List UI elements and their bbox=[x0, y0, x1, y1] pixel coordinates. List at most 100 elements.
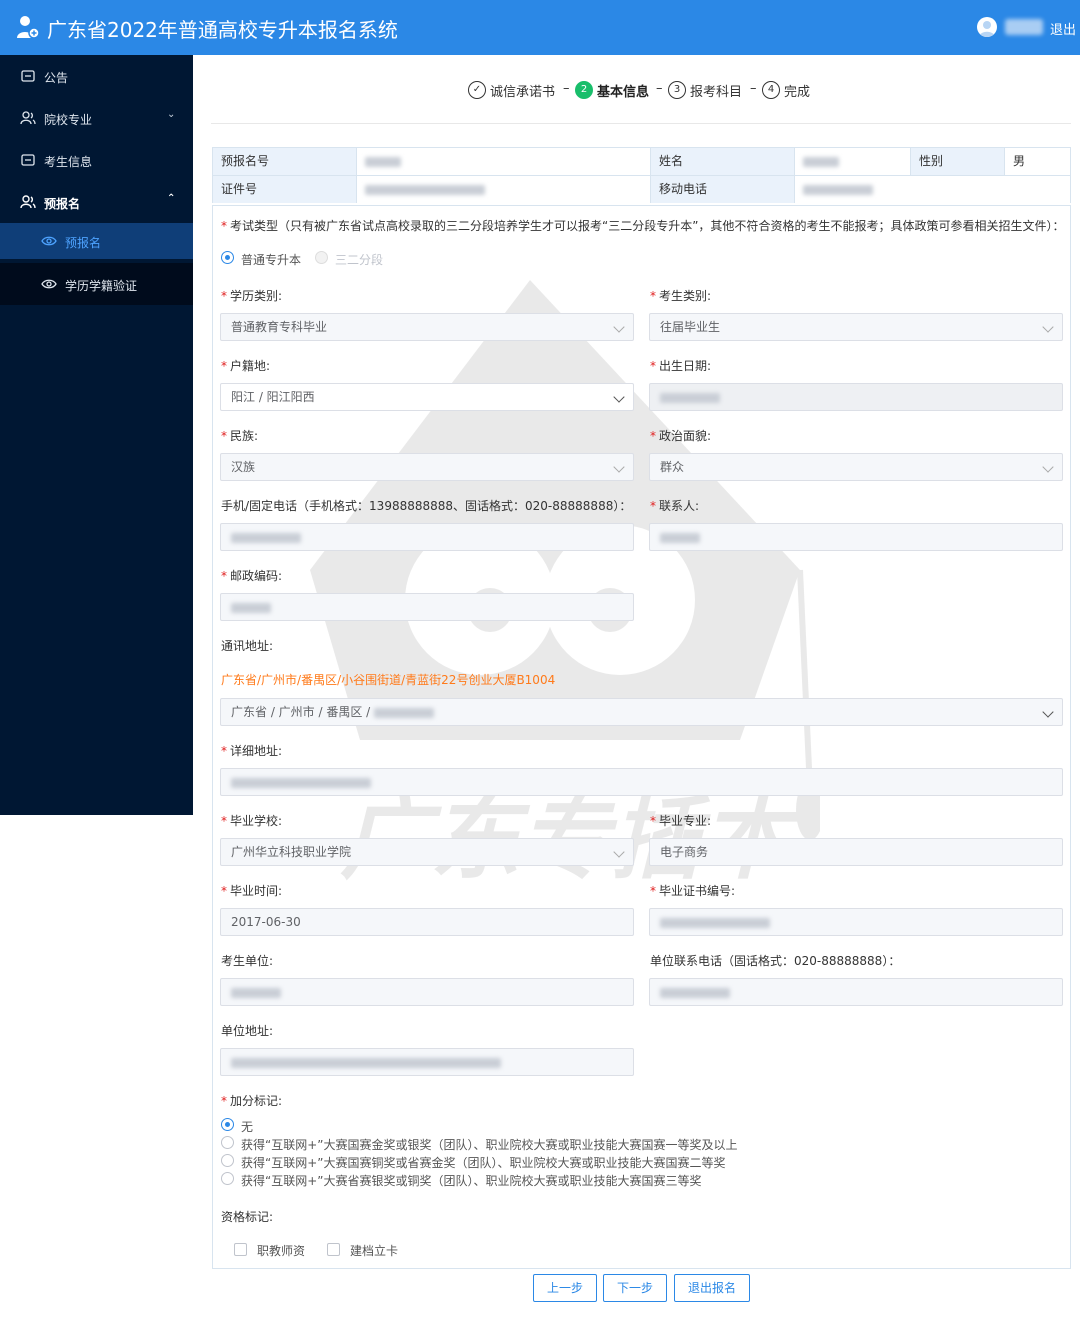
chevron-down-icon bbox=[1042, 321, 1054, 333]
label-text: 考生类别: bbox=[659, 289, 712, 303]
detail-address-label: * 详细地址: bbox=[221, 744, 283, 758]
label-text: 考试类型（只有被广东省试点高校录取的三二分段培养学生才可以报考“三二分段专升本”… bbox=[230, 219, 1065, 233]
detail-address-input[interactable] bbox=[220, 768, 1063, 796]
select-value: 群众 bbox=[660, 460, 685, 474]
radio-bonus-none[interactable] bbox=[221, 1118, 234, 1131]
sidebar-item-label: 学历学籍验证 bbox=[65, 279, 138, 293]
cert-no-input[interactable] bbox=[649, 908, 1063, 936]
sidebar-subitem-pre-registration[interactable]: 预报名 bbox=[0, 223, 193, 259]
basic-info-form bbox=[212, 205, 1071, 1269]
id-value bbox=[357, 176, 651, 203]
user-name-redacted bbox=[1005, 19, 1043, 35]
prev-button[interactable]: 上一步 bbox=[533, 1274, 597, 1302]
checkbox-teacher[interactable] bbox=[234, 1243, 247, 1256]
id-label: 证件号 bbox=[213, 176, 357, 203]
select-value: 往届毕业生 bbox=[660, 320, 721, 334]
select-value: 普通教育专科毕业 bbox=[231, 320, 328, 334]
sidebar-item-schools[interactable]: 院校专业 ⌄ bbox=[0, 97, 193, 139]
unit-input[interactable] bbox=[220, 978, 634, 1006]
chevron-down-icon bbox=[613, 846, 625, 858]
grad-time-input[interactable]: 2017-06-30 bbox=[220, 908, 634, 936]
sidebar-item-notice[interactable]: 公告 bbox=[0, 55, 193, 97]
label-text: 详细地址: bbox=[230, 744, 283, 758]
chevron-down-icon bbox=[613, 461, 625, 473]
school-select[interactable]: 广州华立科技职业学院 bbox=[220, 838, 634, 866]
logout-link[interactable]: 退出 bbox=[1050, 19, 1076, 38]
next-button[interactable]: 下一步 bbox=[603, 1274, 667, 1302]
label-text: 政治面貌: bbox=[659, 429, 712, 443]
student-type-select[interactable]: 往届毕业生 bbox=[649, 313, 1063, 341]
label-text: 出生日期: bbox=[659, 359, 712, 373]
mobile-label: 移动电话 bbox=[651, 176, 795, 203]
birth-date-field bbox=[649, 383, 1063, 411]
chevron-down-icon: ⌄ bbox=[167, 109, 176, 120]
radio-bonus-2[interactable] bbox=[221, 1154, 234, 1167]
major-label: * 毕业专业: bbox=[650, 814, 712, 828]
ethnic-label: * 民族: bbox=[221, 429, 259, 443]
contact-label: * 联系人: bbox=[650, 499, 700, 513]
unit-phone-label: 单位联系电话（固话格式：020-88888888）： bbox=[650, 954, 901, 968]
label-text: 毕业专业: bbox=[659, 814, 712, 828]
unit-address-input[interactable] bbox=[220, 1048, 634, 1076]
label-text: 加分标记: bbox=[230, 1094, 283, 1108]
step-number: 3 bbox=[668, 81, 686, 99]
postcode-input[interactable] bbox=[220, 593, 634, 621]
radio-label: 获得“互联网+”大赛国赛金奖或银奖（团队）、职业院校大赛或职业技能大赛国赛一等奖… bbox=[241, 1138, 738, 1152]
sidebar-subitem-verification[interactable]: 学历学籍验证 bbox=[0, 263, 193, 305]
radio-label: 三二分段 bbox=[335, 253, 384, 267]
notice-icon bbox=[21, 70, 35, 82]
radio-normal[interactable] bbox=[221, 251, 234, 264]
sidebar-item-label: 预报名 bbox=[44, 197, 81, 211]
label-text: 毕业时间: bbox=[230, 884, 283, 898]
sidebar-item-pre-registration[interactable]: 预报名 ⌃ bbox=[0, 181, 193, 223]
avatar[interactable] bbox=[977, 17, 997, 37]
gender-label: 性别 bbox=[911, 148, 1005, 175]
major-input[interactable]: 电子商务 bbox=[649, 838, 1063, 866]
unit-phone-input[interactable] bbox=[649, 978, 1063, 1006]
users-icon bbox=[20, 111, 36, 125]
chevron-down-icon bbox=[1042, 706, 1054, 718]
radio-label: 获得“互联网+”大赛省赛银奖或铜奖（团队）、职业院校大赛或职业技能大赛国赛三等奖 bbox=[241, 1174, 702, 1188]
sidebar-item-label: 预报名 bbox=[65, 236, 102, 250]
hukou-select[interactable]: 阳江 / 阳江阳西 bbox=[220, 383, 634, 411]
address-cascader[interactable]: 广东省 / 广州市 / 番禺区 / bbox=[220, 698, 1063, 726]
checkbox-poverty[interactable] bbox=[327, 1243, 340, 1256]
qualification-label: 资格标记: bbox=[221, 1210, 274, 1224]
ethnic-select[interactable]: 汉族 bbox=[220, 453, 634, 481]
quit-button[interactable]: 退出报名 bbox=[674, 1274, 750, 1302]
users-icon bbox=[20, 195, 36, 209]
chevron-up-icon: ⌃ bbox=[167, 193, 176, 204]
checkbox-label: 职教师资 bbox=[257, 1244, 306, 1258]
step-label: 基本信息 bbox=[597, 85, 650, 100]
sidebar-item-student-info[interactable]: 考生信息 bbox=[0, 139, 193, 181]
eye-icon bbox=[41, 279, 57, 289]
cert-no-label: * 毕业证书编号: bbox=[650, 884, 736, 898]
school-label: * 毕业学校: bbox=[221, 814, 283, 828]
select-value: 汉族 bbox=[231, 460, 256, 474]
eye-icon bbox=[41, 236, 57, 246]
radio-bonus-1[interactable] bbox=[221, 1136, 234, 1149]
unit-label: 考生单位: bbox=[221, 954, 274, 968]
sidebar: 公告 院校专业 ⌄ 考生信息 预报名 ⌃ 预报名 学历学籍验证 bbox=[0, 55, 193, 815]
select-value: 广东省 / 广州市 / 番禺区 / bbox=[231, 705, 371, 719]
exam-type-label: * 考试类型（只有被广东省试点高校录取的三二分段培养学生才可以报考“三二分段专升本… bbox=[221, 219, 1065, 233]
step-label: 诚信承诺书 bbox=[490, 85, 556, 100]
chevron-down-icon bbox=[1042, 461, 1054, 473]
radio-three-two[interactable] bbox=[315, 251, 328, 264]
label-text: 毕业证书编号: bbox=[659, 884, 736, 898]
pre-no-label: 预报名号 bbox=[213, 148, 357, 175]
divider bbox=[211, 123, 1071, 124]
step-label: 完成 bbox=[784, 85, 811, 100]
contact-input[interactable] bbox=[649, 523, 1063, 551]
step-separator: – bbox=[563, 81, 570, 96]
input-value: 2017-06-30 bbox=[231, 915, 301, 929]
radio-bonus-3[interactable] bbox=[221, 1172, 234, 1185]
step-label: 报考科目 bbox=[690, 85, 743, 100]
step-separator: – bbox=[656, 81, 663, 96]
political-select[interactable]: 群众 bbox=[649, 453, 1063, 481]
sidebar-item-label: 公告 bbox=[44, 71, 69, 85]
step-number: 4 bbox=[762, 81, 780, 99]
edu-type-select[interactable]: 普通教育专科毕业 bbox=[220, 313, 634, 341]
student-type-label: * 考生类别: bbox=[650, 289, 712, 303]
phone-input[interactable] bbox=[220, 523, 634, 551]
